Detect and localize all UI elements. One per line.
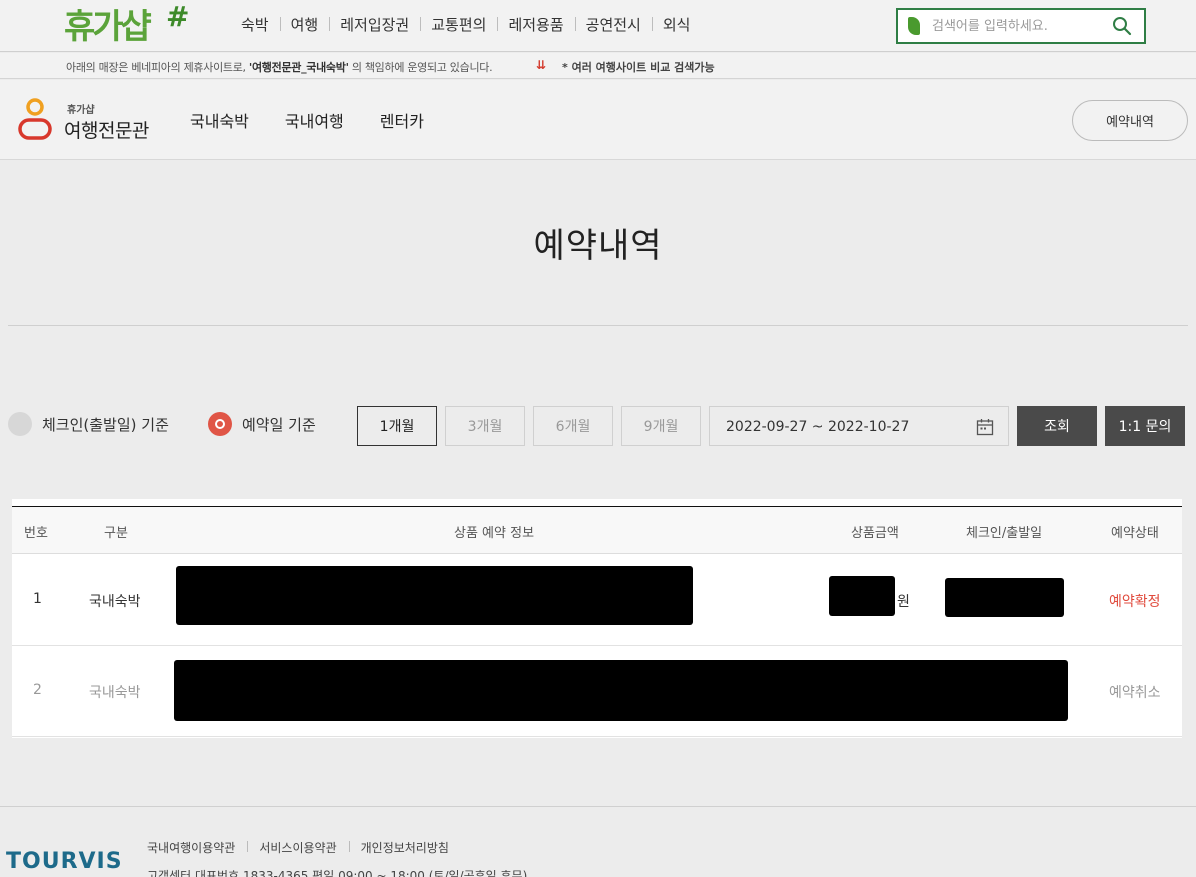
leaf-icon xyxy=(908,17,920,35)
period-3-months-button[interactable]: 3개월 xyxy=(445,406,525,446)
header-price: 상품금액 xyxy=(851,526,899,541)
radio-label: 체크인(출발일) 기준 xyxy=(42,415,169,434)
period-6-months-button[interactable]: 6개월 xyxy=(533,406,613,446)
date-range-picker[interactable]: 2022-09-27 ~ 2022-10-27 xyxy=(709,406,1009,446)
header-product-info: 상품 예약 정보 xyxy=(454,526,535,541)
gnb-item-leisure-tickets[interactable]: 레저입장권 xyxy=(329,14,420,35)
search-input[interactable] xyxy=(932,16,1102,36)
nav-domestic-lodging[interactable]: 국내숙박 xyxy=(190,108,249,132)
redacted-product-info[interactable] xyxy=(174,660,1068,721)
gnb-menu: 숙박 여행 레저입장권 교통편의 레저용품 공연전시 외식 xyxy=(230,14,701,35)
table-header: 번호 구분 상품 예약 정보 상품금액 체크인/출발일 예약상태 xyxy=(12,506,1182,554)
radio-dot[interactable] xyxy=(8,412,32,436)
footer-link-privacy-policy[interactable]: 개인정보처리방침 xyxy=(348,839,461,856)
currency-won: 원 xyxy=(897,594,910,610)
status-cancelled: 예약취소 xyxy=(1109,685,1161,701)
tourvis-logo[interactable]: TOURVIS xyxy=(6,849,123,874)
status-confirmed: 예약확정 xyxy=(1109,594,1161,610)
date-range-value: 2022-09-27 ~ 2022-10-27 xyxy=(726,419,910,435)
row-number: 1 xyxy=(33,591,42,607)
nav-rentcar[interactable]: 렌터카 xyxy=(380,108,424,132)
global-nav-bar: 휴가샵 # 숙박 여행 레저입장권 교통편의 레저용품 공연전시 외식 xyxy=(0,0,1196,52)
travel-center-logo-icon[interactable] xyxy=(18,98,52,142)
gnb-item-shows[interactable]: 공연전시 xyxy=(574,14,652,35)
footer-links: 국내여행이용약관 서비스이용약관 개인정보처리방침 xyxy=(147,839,461,856)
search-icon[interactable] xyxy=(1112,16,1132,36)
table-row[interactable]: 2 국내숙박 예약취소 xyxy=(12,646,1182,737)
period-1-month-button[interactable]: 1개월 xyxy=(357,406,437,446)
footer: TOURVIS 국내여행이용약관 서비스이용약관 개인정보처리방침 고객센터 대… xyxy=(0,806,1196,877)
footer-link-service-terms[interactable]: 서비스이용약관 xyxy=(247,839,348,856)
period-9-months-button[interactable]: 9개월 xyxy=(621,406,701,446)
double-chevron-down-icon[interactable]: ⇊ xyxy=(536,58,546,72)
notice-prefix: 아래의 매장은 베네피아의 제휴사이트로, xyxy=(66,61,249,74)
header-status: 예약상태 xyxy=(1111,526,1159,541)
header-checkin-date: 체크인/출발일 xyxy=(966,526,1043,541)
title-divider xyxy=(8,325,1188,326)
header-no: 번호 xyxy=(24,526,48,541)
search-submit-button[interactable]: 조회 xyxy=(1017,406,1097,446)
gnb-item-lodging[interactable]: 숙박 xyxy=(230,14,280,35)
reservation-history-button[interactable]: 예약내역 xyxy=(1072,100,1188,141)
notice-suffix: 의 책임하에 운영되고 있습니다. xyxy=(348,61,493,74)
redacted-checkin-date xyxy=(945,578,1064,617)
row-category: 국내숙박 xyxy=(89,685,141,701)
gnb-item-transport[interactable]: 교통편의 xyxy=(420,14,497,35)
notice-partner: '여행전문관_국내숙박' xyxy=(248,61,349,74)
one-to-one-inquiry-button[interactable]: 1:1 문의 xyxy=(1105,406,1185,446)
service-subtitle: 휴가샵 xyxy=(67,105,95,116)
footer-link-domestic-terms[interactable]: 국내여행이용약관 xyxy=(147,839,247,856)
gnb-item-dining[interactable]: 외식 xyxy=(651,14,702,35)
nav-domestic-travel[interactable]: 국내여행 xyxy=(285,108,344,132)
compare-search-note: * 여러 여행사이트 비교 검색가능 xyxy=(562,61,715,74)
hyugashop-logo[interactable]: 휴가샵 # xyxy=(64,0,189,50)
page-title: 예약내역 xyxy=(533,226,663,266)
calendar-icon[interactable] xyxy=(976,418,994,436)
redacted-price xyxy=(829,576,895,616)
search-box xyxy=(896,8,1146,44)
row-category: 국내숙박 xyxy=(89,594,141,610)
gnb-item-travel[interactable]: 여행 xyxy=(279,14,330,35)
row-number: 2 xyxy=(33,682,42,698)
service-nav: 국내숙박 국내여행 렌터카 xyxy=(190,108,424,132)
table-row[interactable]: 1 국내숙박 원 예약확정 xyxy=(12,555,1182,646)
radio-label: 예약일 기준 xyxy=(242,415,316,434)
gnb-item-leisure-goods[interactable]: 레저용품 xyxy=(497,14,574,35)
notice-text: 아래의 매장은 베네피아의 제휴사이트로, '여행전문관_국내숙박' 의 책임하… xyxy=(66,59,493,75)
radio-booking-date-basis[interactable]: 예약일 기준 xyxy=(208,412,316,436)
logo-text: 휴가샵 xyxy=(64,7,152,47)
customer-center-info: 고객센터 대표번호 1833-4365 평일 09:00 ~ 18:00 (토/… xyxy=(147,869,528,877)
redacted-product-info[interactable] xyxy=(176,566,693,625)
service-title[interactable]: 여행전문관 xyxy=(64,116,149,143)
radio-dot-selected[interactable] xyxy=(208,412,232,436)
reservation-table: 번호 구분 상품 예약 정보 상품금액 체크인/출발일 예약상태 1 국내숙박 … xyxy=(12,499,1182,738)
header-category: 구분 xyxy=(104,526,128,541)
service-header: 휴가샵 여행전문관 국내숙박 국내여행 렌터카 예약내역 xyxy=(0,80,1196,160)
logo-hash-mark: # xyxy=(166,0,190,33)
partner-notice: 아래의 매장은 베네피아의 제휴사이트로, '여행전문관_국내숙박' 의 책임하… xyxy=(0,53,1196,79)
radio-checkin-basis[interactable]: 체크인(출발일) 기준 xyxy=(8,412,169,436)
